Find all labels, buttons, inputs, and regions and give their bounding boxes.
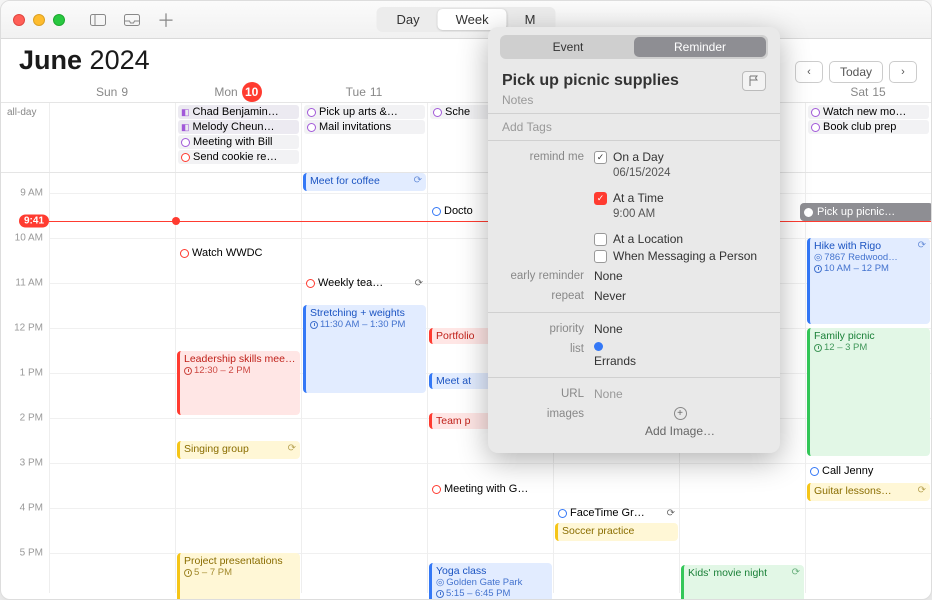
reminder-popover: Event Reminder Pick up picnic supplies N… bbox=[488, 27, 780, 453]
reminder-facetime[interactable]: FaceTime Gr…⟳ bbox=[555, 505, 678, 521]
plus-icon: + bbox=[674, 407, 687, 420]
selected-reminder-pickup[interactable]: Pick up picnic… bbox=[800, 203, 932, 221]
allday-row: all-day ◧Chad Benjamin… ◧Melody Cheun… M… bbox=[1, 103, 931, 173]
url-field[interactable]: None bbox=[594, 387, 766, 401]
view-day-button[interactable]: Day bbox=[379, 9, 438, 30]
month-header: June 2024 bbox=[1, 39, 931, 81]
list-value[interactable]: Errands bbox=[594, 342, 766, 368]
allday-chip[interactable]: ◧Chad Benjamin… bbox=[178, 105, 299, 119]
traffic-lights bbox=[13, 14, 65, 26]
checkbox-at-time[interactable]: ✓ bbox=[594, 192, 607, 205]
calendars-icon[interactable] bbox=[89, 7, 107, 33]
month-title: June 2024 bbox=[19, 45, 150, 76]
tags-field[interactable]: Add Tags bbox=[502, 120, 766, 134]
checkbox-on-day[interactable]: ✓ bbox=[594, 151, 607, 164]
allday-mon[interactable]: ◧Chad Benjamin… ◧Melody Cheun… Meeting w… bbox=[175, 103, 301, 172]
add-event-button[interactable]: ＋ bbox=[157, 7, 175, 33]
day-header-sat[interactable]: Sat 15 bbox=[805, 81, 931, 102]
list-color-dot bbox=[594, 342, 603, 351]
next-week-button[interactable]: › bbox=[889, 61, 917, 83]
allday-chip[interactable]: Pick up arts &… bbox=[304, 105, 425, 119]
col-mon[interactable]: Watch WWDC Leadership skills meeting12:3… bbox=[175, 173, 301, 593]
day-header-sun[interactable]: Sun 9 bbox=[49, 81, 175, 102]
event-singing[interactable]: Singing group⟳ bbox=[177, 441, 300, 459]
repeat-icon: ⟳ bbox=[918, 485, 926, 497]
event-stretching[interactable]: Stretching + weights11:30 AM – 1:30 PM bbox=[303, 305, 426, 393]
minimize-window-button[interactable] bbox=[33, 14, 45, 26]
popover-tabs[interactable]: Event Reminder bbox=[500, 35, 768, 59]
allday-label: all-day bbox=[1, 103, 49, 172]
checkbox-when-messaging[interactable] bbox=[594, 250, 607, 263]
col-tue[interactable]: Meet for coffee⟳ Weekly tea…⟳ Stretching… bbox=[301, 173, 427, 593]
repeat-icon: ⟳ bbox=[667, 508, 675, 519]
day-header-tue[interactable]: Tue 11 bbox=[301, 81, 427, 102]
reminder-title-field[interactable]: Pick up picnic supplies bbox=[502, 72, 736, 90]
inbox-icon[interactable] bbox=[123, 7, 141, 33]
event-project[interactable]: Project presentations5 – 7 PM bbox=[177, 553, 300, 600]
toolbar-icons: ＋ bbox=[89, 7, 175, 33]
week-header: Sun 9 Mon 10 Tue 11 Sat 15 bbox=[1, 81, 931, 103]
repeat-icon: ⟳ bbox=[918, 240, 926, 252]
checkbox-at-location[interactable] bbox=[594, 233, 607, 246]
event-soccer[interactable]: Soccer practice bbox=[555, 523, 678, 541]
now-indicator-badge: 9:41 bbox=[19, 215, 49, 228]
day-header-mon[interactable]: Mon 10 bbox=[175, 81, 301, 102]
repeat-icon: ⟳ bbox=[288, 443, 296, 455]
allday-chip[interactable]: Mail invitations bbox=[304, 120, 425, 134]
today-button[interactable]: Today bbox=[829, 61, 883, 83]
tab-reminder[interactable]: Reminder bbox=[634, 37, 766, 57]
col-sun[interactable] bbox=[49, 173, 175, 593]
repeat-icon: ⟳ bbox=[414, 175, 422, 187]
event-picnic[interactable]: Family picnic12 – 3 PM bbox=[807, 328, 930, 456]
prev-week-button[interactable]: ‹ bbox=[795, 61, 823, 83]
event-leadership[interactable]: Leadership skills meeting12:30 – 2 PM bbox=[177, 351, 300, 415]
event-yoga[interactable]: Yoga class◎ Golden Gate Park5:15 – 6:45 … bbox=[429, 563, 552, 600]
allday-chip[interactable]: Book club prep bbox=[808, 120, 929, 134]
calendar-window: ＋ Day Week M ‹ Today › June 2024 Sun 9 M… bbox=[0, 0, 932, 600]
week-grid: 9 AM 9:41 10 AM 11 AM 12 PM 1 PM 2 PM 3 … bbox=[1, 173, 931, 593]
event-coffee[interactable]: Meet for coffee⟳ bbox=[303, 173, 426, 191]
reminder-calljenny[interactable]: Call Jenny bbox=[807, 463, 930, 479]
allday-chip[interactable]: Watch new mo… bbox=[808, 105, 929, 119]
repeat-value[interactable]: Never bbox=[594, 289, 766, 303]
event-guitar[interactable]: Guitar lessons…⟳ bbox=[807, 483, 930, 501]
repeat-icon: ⟳ bbox=[792, 567, 800, 579]
early-reminder-value[interactable]: None bbox=[594, 269, 766, 283]
zoom-window-button[interactable] bbox=[53, 14, 65, 26]
add-image-button[interactable]: +Add Image… bbox=[594, 407, 766, 438]
allday-chip[interactable]: ◧Melody Cheun… bbox=[178, 120, 299, 134]
date-nav: ‹ Today › bbox=[795, 61, 917, 83]
priority-value[interactable]: None bbox=[594, 322, 766, 336]
notes-field[interactable]: Notes bbox=[502, 93, 766, 107]
time-gutter: 9 AM 9:41 10 AM 11 AM 12 PM 1 PM 2 PM 3 … bbox=[1, 173, 49, 593]
col-sat[interactable]: Pick up picnic… Hike with Rigo⟳◎ 7867 Re… bbox=[805, 173, 931, 593]
event-movie[interactable]: Kids' movie night⟳ bbox=[681, 565, 804, 600]
reminder-meetg[interactable]: Meeting with G… bbox=[429, 481, 552, 497]
allday-sun[interactable] bbox=[49, 103, 175, 172]
reminder-weekly[interactable]: Weekly tea…⟳ bbox=[303, 275, 426, 291]
allday-chip[interactable]: Send cookie re… bbox=[178, 150, 299, 164]
allday-chip[interactable]: Meeting with Bill bbox=[178, 135, 299, 149]
on-day-date[interactable]: 06/15/2024 bbox=[613, 167, 766, 179]
event-hike[interactable]: Hike with Rigo⟳◎ 7867 Redwood…10 AM – 12… bbox=[807, 238, 930, 324]
at-time-value[interactable]: 9:00 AM bbox=[613, 208, 766, 220]
tab-event[interactable]: Event bbox=[502, 37, 634, 57]
titlebar: ＋ Day Week M bbox=[1, 1, 931, 39]
repeat-icon: ⟳ bbox=[415, 278, 423, 289]
allday-sat[interactable]: Watch new mo… Book club prep bbox=[805, 103, 931, 172]
close-window-button[interactable] bbox=[13, 14, 25, 26]
reminder-wwdc[interactable]: Watch WWDC bbox=[177, 245, 300, 261]
allday-tue[interactable]: Pick up arts &… Mail invitations bbox=[301, 103, 427, 172]
flag-button[interactable] bbox=[742, 71, 766, 91]
